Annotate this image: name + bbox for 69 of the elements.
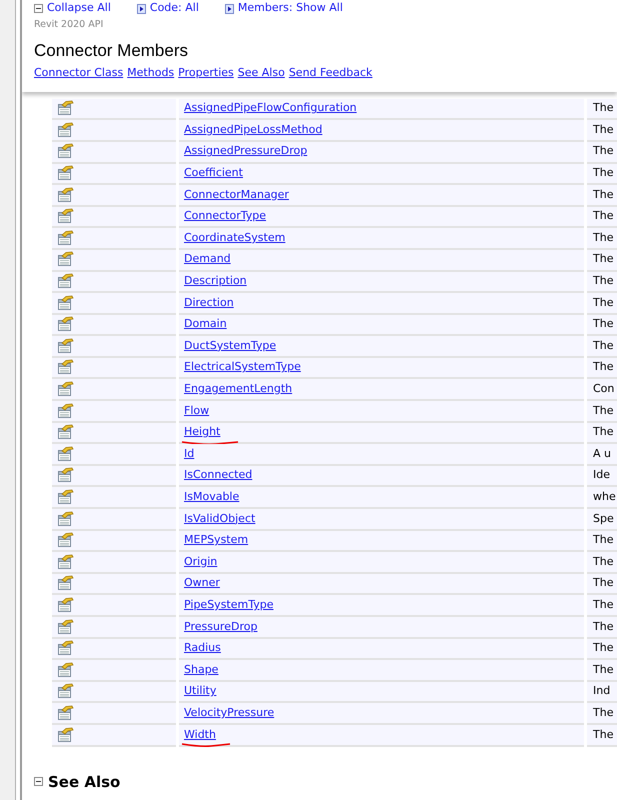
description-cell: The xyxy=(587,617,617,639)
description-cell: Ide xyxy=(587,466,617,488)
section-heading: See Also xyxy=(48,772,120,793)
expand-icon[interactable] xyxy=(136,4,146,14)
description-cell: The xyxy=(587,703,617,725)
member-link[interactable]: IsMovable xyxy=(184,488,240,506)
description-cell: The xyxy=(587,530,617,552)
member-link[interactable]: Utility xyxy=(184,683,216,700)
description-cell: Ind xyxy=(587,682,617,704)
member-link[interactable]: ConnectorType xyxy=(184,208,266,225)
nav-link[interactable]: Properties xyxy=(178,65,234,82)
member-link[interactable]: PipeSystemType xyxy=(184,596,274,614)
member-link[interactable]: Coefficient xyxy=(184,165,243,182)
member-link[interactable]: VelocityPressure xyxy=(184,704,274,722)
description-cell: The xyxy=(587,724,617,747)
description-cell: A u xyxy=(587,444,617,466)
member-link[interactable]: DuctSystemType xyxy=(184,338,276,354)
description-cell: The xyxy=(587,574,617,596)
description-cell: The xyxy=(587,293,617,315)
description-cell: The xyxy=(587,120,617,142)
page-title: Connector Members xyxy=(34,41,190,62)
member-link[interactable]: Origin xyxy=(184,554,218,570)
member-link[interactable]: Radius xyxy=(184,640,221,657)
member-link[interactable]: CoordinateSystem xyxy=(184,230,286,246)
description-cell: The xyxy=(587,314,617,336)
toolbar-link[interactable]: Code: All xyxy=(136,0,199,17)
description-cell: The xyxy=(587,250,617,272)
member-link[interactable]: Description xyxy=(184,273,247,290)
description-cell: The xyxy=(587,358,617,380)
expand-icon[interactable] xyxy=(224,4,234,14)
member-link[interactable]: Owner xyxy=(184,575,220,592)
description-cell: Spe xyxy=(587,509,617,531)
description-cell: Con xyxy=(587,379,617,402)
description-cell: The xyxy=(587,142,617,164)
nav-link[interactable]: Send Feedback xyxy=(288,65,372,82)
member-link[interactable]: Flow xyxy=(184,402,210,420)
member-link[interactable]: Demand xyxy=(184,251,231,268)
member-link[interactable]: IsValidObject xyxy=(184,510,256,528)
collapse-icon[interactable] xyxy=(34,777,43,786)
member-link[interactable]: MEPSystem xyxy=(184,532,248,549)
description-cell: The xyxy=(587,660,617,682)
description-cell: The xyxy=(587,228,617,250)
description-cell: The xyxy=(587,272,617,294)
nav-link[interactable]: Methods xyxy=(127,65,174,82)
nav-link[interactable]: Connector Class xyxy=(34,65,124,82)
member-link[interactable]: Direction xyxy=(184,294,234,312)
member-link[interactable]: Width xyxy=(184,726,216,744)
member-link[interactable]: Domain xyxy=(184,316,227,333)
description-cell: The xyxy=(587,164,617,186)
toolbar-link[interactable]: Members: Show All xyxy=(224,0,343,17)
description-cell: The xyxy=(587,595,617,617)
description-cell: whe xyxy=(587,487,617,510)
member-link[interactable]: Height xyxy=(184,424,220,441)
toolbar-link[interactable]: Collapse All xyxy=(34,0,111,17)
description-cell: The xyxy=(587,206,617,228)
member-link[interactable]: IsConnected xyxy=(184,467,252,484)
description-cell: The xyxy=(587,401,617,423)
description-cell: The xyxy=(587,185,617,207)
member-link[interactable]: PressureDrop xyxy=(184,618,258,636)
description-cell: The xyxy=(587,422,617,444)
member-link[interactable]: Shape xyxy=(184,662,218,678)
collapse-icon[interactable] xyxy=(34,4,43,13)
product-label: Revit 2020 API xyxy=(34,18,104,32)
description-cell: The xyxy=(587,552,617,574)
description-cell: The xyxy=(587,98,617,120)
description-cell: The xyxy=(587,336,617,358)
description-cell: The xyxy=(587,638,617,660)
member-link[interactable]: Id xyxy=(184,446,194,462)
nav-link[interactable]: See Also xyxy=(238,65,285,82)
